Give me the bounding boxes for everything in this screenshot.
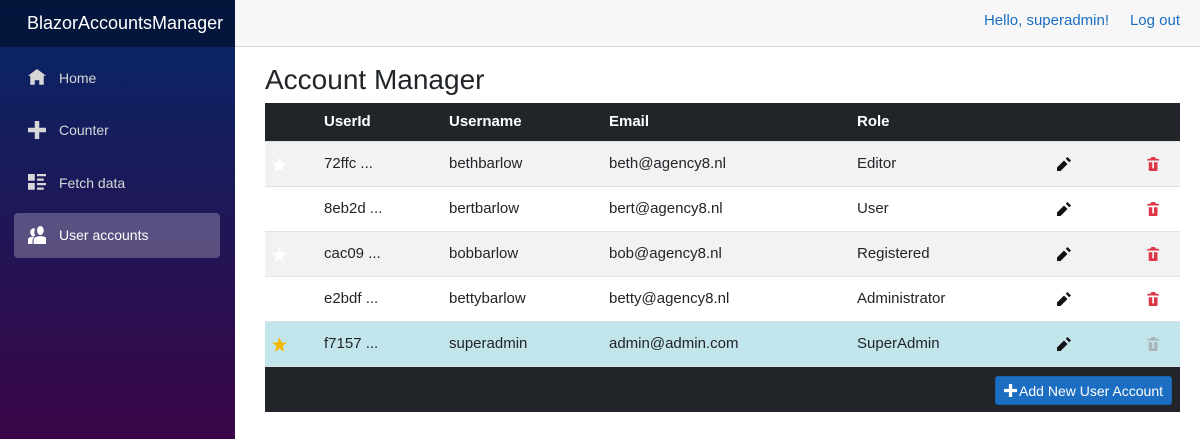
add-user-account-button[interactable]: Add New User Account bbox=[995, 376, 1172, 405]
table-row[interactable]: cac09 ... bobbarlow bob@agency8.nl Register… bbox=[265, 230, 1180, 276]
table-row[interactable]: e2bdf ... bettybarlow betty@agency8.nl Admi… bbox=[265, 275, 1180, 321]
delete-cell bbox=[1147, 320, 1180, 366]
star-icon bbox=[272, 201, 287, 217]
edit-cell bbox=[1057, 230, 1147, 276]
email-cell: bob@agency8.nl bbox=[609, 230, 857, 276]
sidebar: BlazorAccountsManager Home Counter Fetch… bbox=[0, 0, 235, 439]
delete-cell bbox=[1147, 275, 1180, 321]
nav-item-counter[interactable]: Counter bbox=[14, 108, 220, 153]
pencil-icon[interactable] bbox=[1057, 247, 1071, 262]
nav-item-user-accounts[interactable]: User accounts bbox=[14, 212, 220, 258]
star-cell bbox=[265, 185, 310, 231]
people-icon bbox=[28, 226, 46, 244]
role-cell: Registered bbox=[857, 230, 1057, 276]
plus-icon bbox=[28, 121, 46, 139]
pencil-icon[interactable] bbox=[1057, 292, 1071, 307]
email-cell: admin@admin.com bbox=[609, 320, 857, 366]
username-cell: superadmin bbox=[449, 320, 609, 366]
main-content: Account Manager UserId Username Email Ro… bbox=[265, 47, 1180, 412]
edit-cell bbox=[1057, 140, 1147, 186]
nav-item-fetch-data[interactable]: Fetch data bbox=[14, 160, 220, 205]
header-star bbox=[265, 103, 310, 141]
header-role: Role bbox=[857, 113, 890, 131]
star-icon bbox=[272, 156, 287, 172]
logout-link[interactable]: Log out bbox=[1130, 12, 1180, 29]
accounts-table: UserId Username Email Role 72ffc ... beth… bbox=[265, 103, 1180, 366]
userid-cell: 8eb2d ... bbox=[310, 185, 449, 231]
header-email: Email bbox=[609, 113, 650, 131]
edit-cell bbox=[1057, 320, 1147, 366]
star-cell bbox=[265, 320, 310, 366]
edit-cell bbox=[1057, 275, 1147, 321]
star-cell bbox=[265, 140, 310, 186]
home-icon bbox=[28, 68, 46, 87]
table-footer: Add New User Account bbox=[265, 366, 1180, 412]
username-cell: bobbarlow bbox=[449, 230, 609, 276]
top-row: Hello, superadmin! Log out bbox=[235, 0, 1200, 47]
page-title: Account Manager bbox=[265, 64, 485, 95]
star-icon bbox=[272, 336, 287, 352]
table-row[interactable]: 8eb2d ... bertbarlow bert@agency8.nl User bbox=[265, 185, 1180, 231]
trash-icon[interactable] bbox=[1147, 247, 1161, 262]
userid-cell: f7157 ... bbox=[310, 320, 449, 366]
email-cell: beth@agency8.nl bbox=[609, 140, 857, 186]
role-cell: SuperAdmin bbox=[857, 320, 1057, 366]
nav-menu: Home Counter Fetch data User accounts bbox=[0, 47, 235, 258]
pencil-icon[interactable] bbox=[1057, 157, 1071, 172]
username-cell: bethbarlow bbox=[449, 140, 609, 186]
star-icon bbox=[272, 246, 287, 262]
nav-item-label: Counter bbox=[59, 122, 109, 138]
trash-icon bbox=[1147, 337, 1161, 352]
nav-item-label: Fetch data bbox=[59, 174, 126, 191]
trash-icon[interactable] bbox=[1147, 292, 1161, 307]
plus-icon bbox=[1004, 384, 1018, 397]
table-row[interactable]: f7157 ... superadmin admin@admin.com SuperA… bbox=[265, 320, 1180, 366]
userid-cell: e2bdf ... bbox=[310, 275, 449, 321]
list-rich-icon bbox=[28, 173, 46, 192]
username-cell: bertbarlow bbox=[449, 185, 609, 231]
delete-cell bbox=[1147, 185, 1180, 231]
star-cell bbox=[265, 275, 310, 321]
edit-cell bbox=[1057, 185, 1147, 231]
nav-item-label: User accounts bbox=[59, 227, 149, 243]
email-cell: betty@agency8.nl bbox=[609, 275, 857, 321]
star-icon bbox=[272, 291, 287, 307]
table-header-row: UserId Username Email Role bbox=[265, 103, 1180, 141]
delete-cell bbox=[1147, 140, 1180, 186]
username-cell: bettybarlow bbox=[449, 275, 609, 321]
role-cell: Editor bbox=[857, 140, 1057, 186]
trash-icon[interactable] bbox=[1147, 202, 1161, 217]
role-cell: Administrator bbox=[857, 275, 1057, 321]
pencil-icon[interactable] bbox=[1057, 337, 1071, 352]
role-cell: User bbox=[857, 185, 1057, 231]
trash-icon[interactable] bbox=[1147, 157, 1161, 172]
header-edit bbox=[1057, 103, 1147, 141]
user-greeting-link[interactable]: Hello, superadmin! bbox=[984, 12, 1109, 29]
star-cell bbox=[265, 230, 310, 276]
userid-cell: cac09 ... bbox=[310, 230, 449, 276]
email-cell: bert@agency8.nl bbox=[609, 185, 857, 231]
header-delete bbox=[1147, 103, 1180, 141]
header-username: Username bbox=[449, 113, 522, 131]
delete-cell bbox=[1147, 230, 1180, 276]
pencil-icon[interactable] bbox=[1057, 202, 1071, 217]
header-userid: UserId bbox=[324, 113, 371, 131]
add-user-account-label: Add New User Account bbox=[1019, 382, 1163, 399]
nav-item-label: Home bbox=[59, 69, 97, 86]
table-row[interactable]: 72ffc ... bethbarlow beth@agency8.nl Editor bbox=[265, 140, 1180, 186]
nav-item-home[interactable]: Home bbox=[14, 55, 220, 100]
userid-cell: 72ffc ... bbox=[310, 140, 449, 186]
app-brand[interactable]: BlazorAccountsManager bbox=[0, 0, 235, 47]
